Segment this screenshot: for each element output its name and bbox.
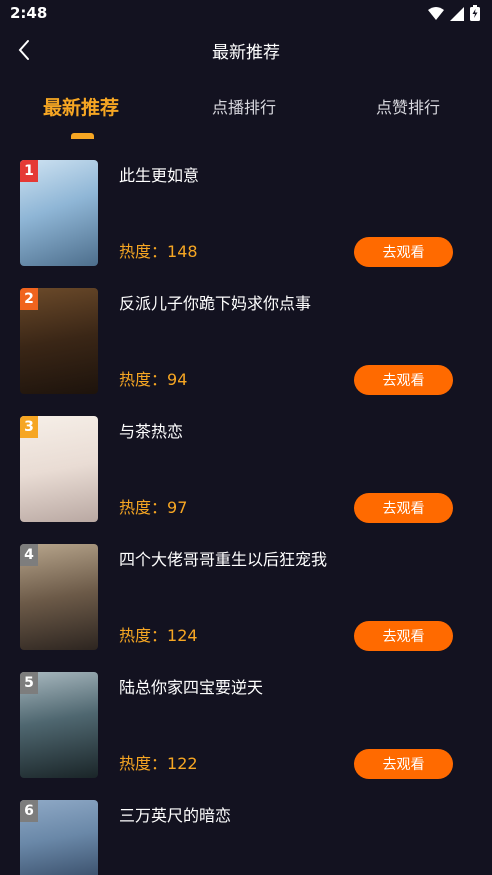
- heat-label: 热度：: [119, 370, 168, 389]
- drama-cover[interactable]: 1: [20, 160, 98, 266]
- page-title: 最新推荐: [212, 43, 280, 63]
- tab-indicator: [71, 133, 94, 139]
- drama-title: 与茶热恋: [119, 422, 184, 441]
- watch-button[interactable]: 去观看: [354, 621, 453, 651]
- wifi-icon: [428, 6, 444, 25]
- watch-button[interactable]: 去观看: [354, 749, 453, 779]
- heat-number: 148: [167, 242, 198, 261]
- heat-value: 热度：94: [119, 366, 187, 390]
- battery-icon: [470, 5, 480, 25]
- drama-title: 反派儿子你跪下妈求你点事: [119, 294, 312, 313]
- rank-badge: 6: [20, 800, 38, 822]
- drama-cover[interactable]: 4: [20, 544, 98, 650]
- watch-button[interactable]: 去观看: [354, 365, 453, 395]
- heat-number: 97: [167, 498, 188, 517]
- heat-value: 热度：97: [119, 494, 187, 518]
- list-item[interactable]: 4 四个大佬哥哥重生以后狂宠我 热度：124 去观看: [0, 544, 492, 651]
- status-bar: 2:48: [0, 0, 492, 28]
- heat-label: 热度：: [119, 626, 168, 645]
- list-item[interactable]: 5 陆总你家四宝要逆天 热度：122 去观看: [0, 672, 492, 779]
- list-item[interactable]: 6 三万英尺的暗恋: [0, 800, 492, 875]
- drama-cover[interactable]: 5: [20, 672, 98, 778]
- heat-number: 122: [167, 754, 198, 773]
- heat-number: 124: [167, 626, 198, 645]
- signal-icon: [450, 6, 464, 25]
- drama-title: 陆总你家四宝要逆天: [119, 678, 264, 697]
- rank-badge: 1: [20, 160, 38, 182]
- tab-play-ranking[interactable]: 点播排行: [212, 94, 276, 118]
- drama-cover[interactable]: 3: [20, 416, 98, 522]
- rank-badge: 2: [20, 288, 38, 310]
- heat-value: 热度：122: [119, 750, 198, 774]
- list-item[interactable]: 2 反派儿子你跪下妈求你点事 热度：94 去观看: [0, 288, 492, 395]
- heat-value: 热度：148: [119, 238, 198, 262]
- heat-label: 热度：: [119, 242, 168, 261]
- heat-label: 热度：: [119, 498, 168, 517]
- watch-button[interactable]: 去观看: [354, 493, 453, 523]
- drama-title: 四个大佬哥哥重生以后狂宠我: [119, 550, 328, 569]
- drama-cover[interactable]: 6: [20, 800, 98, 875]
- rank-badge: 4: [20, 544, 38, 566]
- header: 最新推荐: [0, 28, 492, 72]
- heat-value: 热度：124: [119, 622, 198, 646]
- heat-number: 94: [167, 370, 188, 389]
- drama-title: 三万英尺的暗恋: [119, 806, 232, 825]
- list-item[interactable]: 3 与茶热恋 热度：97 去观看: [0, 416, 492, 523]
- heat-label: 热度：: [119, 754, 168, 773]
- tab-like-ranking[interactable]: 点赞排行: [376, 94, 440, 118]
- list-item[interactable]: 1 此生更如意 热度：148 去观看: [0, 160, 492, 267]
- rank-badge: 3: [20, 416, 38, 438]
- status-time: 2:48: [10, 4, 48, 22]
- drama-cover[interactable]: 2: [20, 288, 98, 394]
- rank-badge: 5: [20, 672, 38, 694]
- drama-title: 此生更如意: [119, 166, 200, 185]
- status-icons: [428, 5, 480, 25]
- tab-latest-recommend[interactable]: 最新推荐: [43, 93, 119, 120]
- watch-button[interactable]: 去观看: [354, 237, 453, 267]
